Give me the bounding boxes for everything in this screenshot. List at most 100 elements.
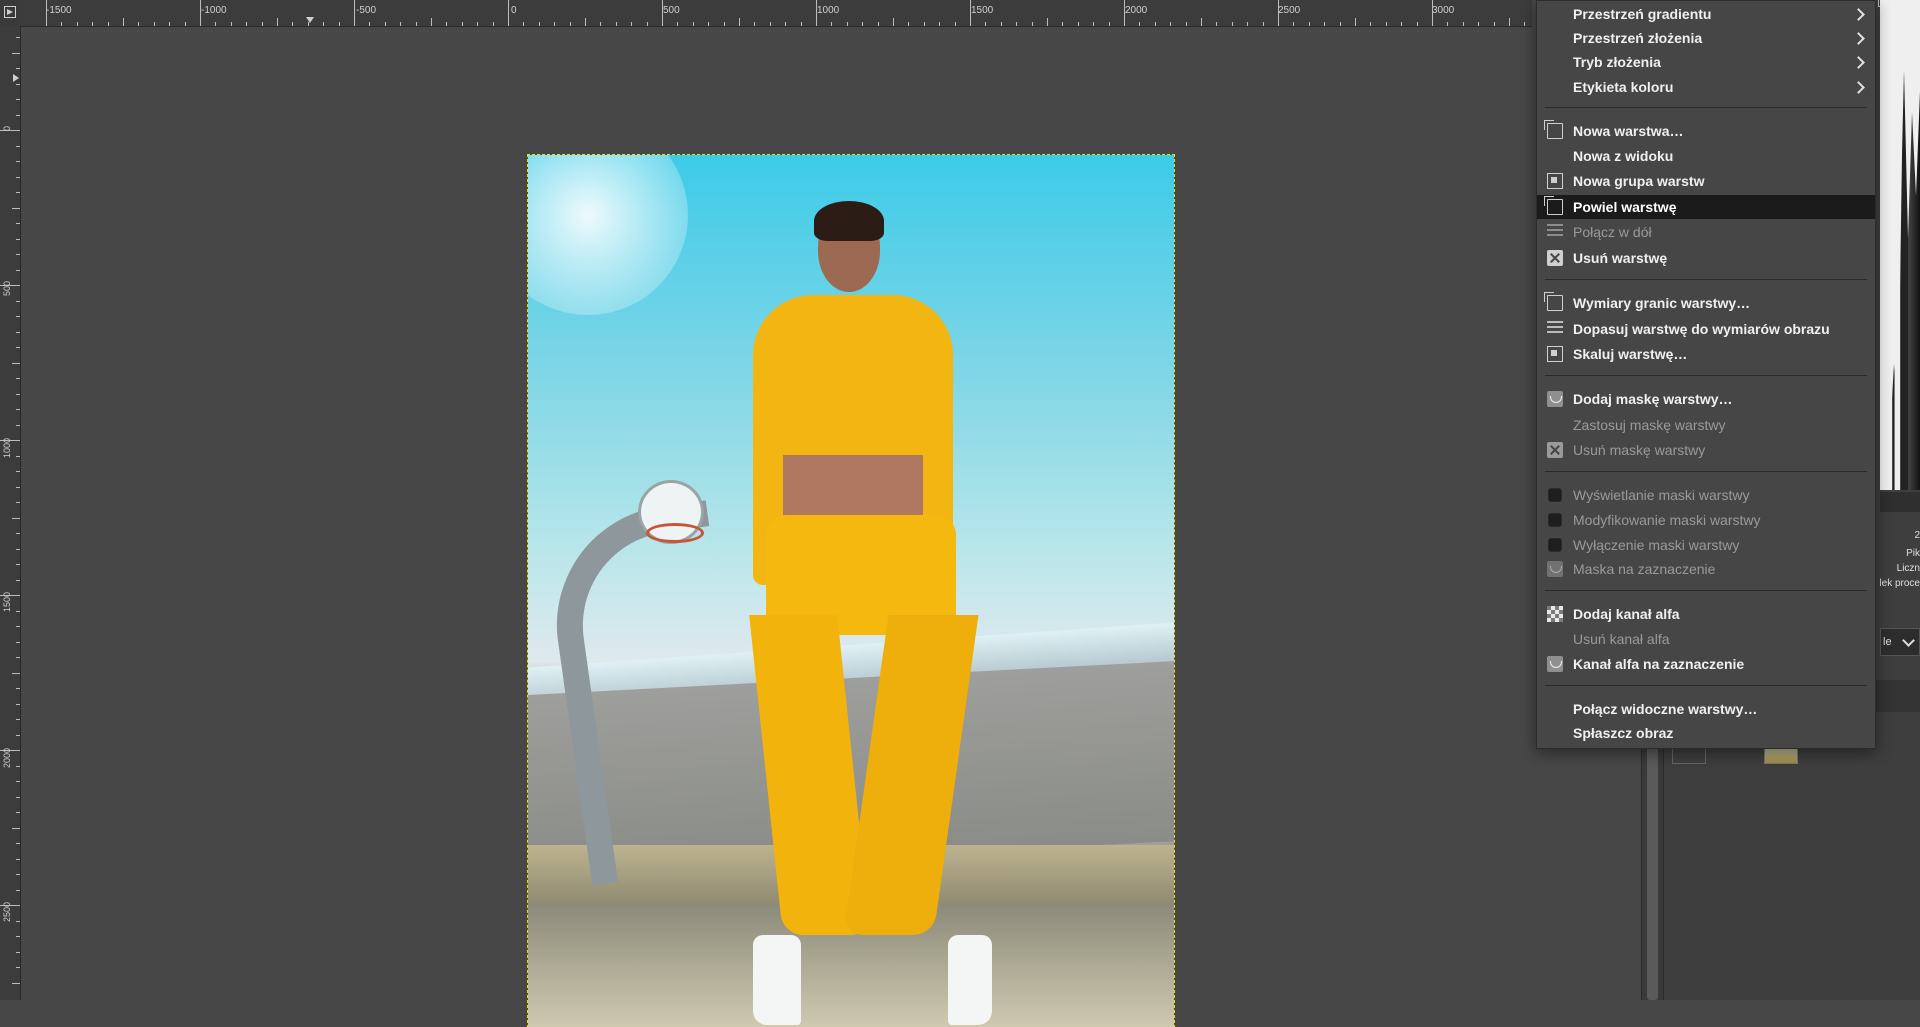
menu-item-label: Usuń warstwę (1573, 250, 1668, 266)
menu-item-merge-visible-layers[interactable]: Połącz widoczne warstwy… (1537, 697, 1875, 721)
delete-icon (1547, 250, 1563, 266)
menu-item-label: Kanał alfa na zaznaczenie (1573, 656, 1745, 672)
menu-item-label: Wymiary granic warstwy… (1573, 295, 1751, 311)
h-ruler-label: 2000 (1125, 5, 1148, 16)
menu-item-label: Skaluj warstwę… (1573, 346, 1688, 362)
layer-context-menu: Przestrzeń gradientu Przestrzeń złożenia… (1536, 0, 1876, 749)
menu-item-label: Połącz widoczne warstwy… (1573, 701, 1758, 717)
menu-item-apply-layer-mask[interactable]: Zastosuj maskę warstwy (1537, 413, 1875, 437)
histogram-footer (1880, 492, 1920, 512)
mode-dropdown-value: le (1883, 636, 1892, 648)
image-canvas[interactable] (21, 27, 1641, 1027)
submenu-arrow-icon (1852, 8, 1865, 21)
h-ruler-label: -1000 (201, 5, 227, 16)
menu-item-label: Dodaj kanał alfa (1573, 606, 1680, 622)
menu-item-label: Tryb złożenia (1573, 54, 1661, 70)
menu-item-label: Usuń kanał alfa (1573, 631, 1670, 647)
checkbox-icon[interactable] (1548, 488, 1562, 502)
menu-separator (1545, 685, 1867, 686)
duplicate-layer-icon (1544, 196, 1563, 215)
menu-item-remove-alpha-channel[interactable]: Usuń kanał alfa (1537, 627, 1875, 651)
menu-item-label: Spłaszcz obraz (1573, 725, 1674, 741)
menu-item-add-layer-mask[interactable]: Dodaj maskę warstwy… (1537, 387, 1875, 411)
checkbox-icon[interactable] (1548, 538, 1562, 552)
dock-info-label: lek proce (1879, 578, 1920, 589)
new-layer-group-icon (1547, 173, 1563, 189)
chevron-down-icon (1902, 634, 1915, 647)
h-ruler-label: -1500 (46, 5, 72, 16)
menu-item-label: Nowa warstwa… (1573, 123, 1684, 139)
scrollbar-thumb[interactable] (1647, 727, 1658, 1000)
menu-separator (1545, 375, 1867, 376)
vertical-ruler[interactable]: 0 500 1000 1500 2000 2500 (0, 26, 21, 1000)
h-ruler-label: 2500 (1278, 5, 1301, 16)
merge-down-icon (1547, 224, 1563, 240)
menu-item-label: Nowa grupa warstw (1573, 173, 1705, 189)
menu-item-disable-layer-mask[interactable]: Wyłączenie maski warstwy (1537, 533, 1875, 557)
menu-item-label: Przestrzeń gradientu (1573, 6, 1712, 22)
alpha-channel-icon (1547, 606, 1563, 622)
v-ruler-label: 500 (2, 281, 12, 297)
menu-item-new-layer[interactable]: Nowa warstwa… (1537, 119, 1875, 143)
menu-item-composite-mode[interactable]: Tryb złożenia (1537, 50, 1875, 74)
quick-mask-icon (4, 6, 16, 18)
image-photo[interactable] (527, 154, 1175, 1027)
photo-boot-left (753, 935, 801, 1025)
v-ruler-label: 2000 (2, 748, 12, 769)
menu-item-delete-layer-mask[interactable]: Usuń maskę warstwy (1537, 438, 1875, 462)
checkbox-icon[interactable] (1548, 513, 1562, 527)
menu-item-show-layer-mask[interactable]: Wyświetlanie maski warstwy (1537, 483, 1875, 507)
menu-item-mask-to-selection[interactable]: Maska na zaznaczenie (1537, 557, 1875, 581)
v-ruler-label: 0 (2, 126, 12, 132)
menu-item-new-layer-group[interactable]: Nowa grupa warstw (1537, 169, 1875, 193)
menu-item-layer-to-image-size[interactable]: Dopasuj warstwę do wymiarów obrazu (1537, 317, 1875, 341)
menu-item-new-from-visible[interactable]: Nowa z widoku (1537, 144, 1875, 168)
mode-dropdown[interactable]: le (1880, 628, 1920, 656)
menu-item-label: Maska na zaznaczenie (1573, 561, 1716, 577)
menu-item-label: Nowa z widoku (1573, 148, 1674, 164)
menu-item-label: Zastosuj maskę warstwy (1573, 417, 1726, 433)
photo-sun (528, 155, 688, 315)
menu-item-alpha-to-selection[interactable]: Kanał alfa na zaznaczenie (1537, 652, 1875, 676)
menu-item-merge-down[interactable]: Połącz w dół (1537, 220, 1875, 244)
dock-info-label: Pik (1906, 548, 1920, 559)
menu-item-label: Połącz w dół (1573, 224, 1652, 240)
ruler-corner-toggle[interactable] (0, 0, 21, 27)
menu-item-label: Wyłączenie maski warstwy (1573, 537, 1740, 553)
menu-separator (1545, 279, 1867, 280)
layer-to-image-size-icon (1547, 321, 1563, 337)
v-ruler-label: 1000 (2, 438, 12, 459)
menu-item-scale-layer[interactable]: Skaluj warstwę… (1537, 342, 1875, 366)
mask-to-selection-icon (1547, 561, 1563, 577)
menu-item-composite-space[interactable]: Przestrzeń złożenia (1537, 26, 1875, 50)
menu-item-label: Usuń maskę warstwy (1573, 442, 1706, 458)
photo-figure-hair (814, 201, 884, 241)
h-ruler-label: 1000 (817, 5, 840, 16)
submenu-arrow-icon (1852, 32, 1865, 45)
h-ruler-label: 3000 (1432, 5, 1455, 16)
histogram (1880, 0, 1920, 490)
pointer-position-marker-v (13, 74, 19, 82)
pointer-position-marker (306, 17, 314, 23)
menu-item-label: Powiel warstwę (1573, 199, 1677, 215)
menu-separator (1545, 471, 1867, 472)
v-ruler-label: 1500 (2, 592, 12, 613)
menu-item-delete-layer[interactable]: Usuń warstwę (1537, 246, 1875, 270)
menu-item-layer-boundary-size[interactable]: Wymiary granic warstwy… (1537, 291, 1875, 315)
horizontal-ruler[interactable]: -1500 -1000 -500 0 500 1000 1500 2000 25… (20, 0, 1532, 27)
submenu-arrow-icon (1852, 56, 1865, 69)
menu-item-label: Przestrzeń złożenia (1573, 30, 1703, 46)
dock-value: 2 (1914, 530, 1920, 541)
menu-item-label: Dopasuj warstwę do wymiarów obrazu (1573, 321, 1830, 337)
photo-rim (646, 523, 704, 543)
menu-item-gradient-space[interactable]: Przestrzeń gradientu (1537, 2, 1875, 26)
delete-mask-icon (1547, 442, 1563, 458)
menu-item-add-alpha-channel[interactable]: Dodaj kanał alfa (1537, 602, 1875, 626)
histogram-bars (1880, 70, 1920, 490)
menu-item-flatten-image[interactable]: Spłaszcz obraz (1537, 721, 1875, 745)
menu-item-duplicate-layer[interactable]: Powiel warstwę (1537, 195, 1875, 219)
h-ruler-label: 0 (511, 5, 517, 16)
menu-item-color-tag[interactable]: Etykieta koloru (1537, 75, 1875, 99)
menu-separator (1545, 590, 1867, 591)
menu-item-edit-layer-mask[interactable]: Modyfikowanie maski warstwy (1537, 508, 1875, 532)
